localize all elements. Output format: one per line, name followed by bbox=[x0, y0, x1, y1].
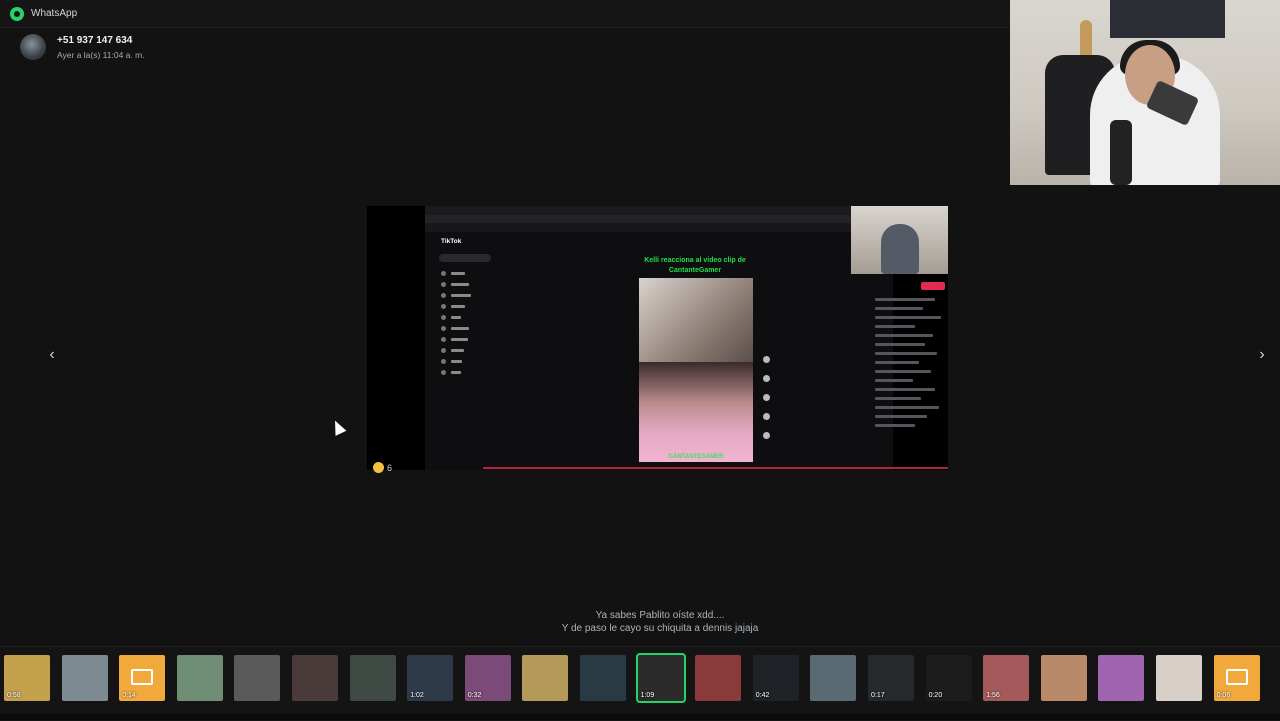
thumbnail-duration: 0:06 bbox=[1216, 692, 1231, 699]
comments-panel bbox=[875, 298, 948, 433]
sender-info: +51 937 147 634 Ayer a la(s) 11:04 a. m. bbox=[20, 34, 145, 60]
media-thumbnail[interactable]: 1:09 bbox=[635, 653, 686, 703]
mouse-cursor-icon bbox=[329, 418, 347, 436]
media-thumbnail[interactable]: 1:56 bbox=[983, 655, 1030, 701]
media-thumbnail[interactable]: 0:58 bbox=[4, 655, 50, 701]
media-thumbnail[interactable] bbox=[810, 655, 857, 701]
thumbnail-duration: 0:58 bbox=[7, 692, 21, 699]
media-thumbnail[interactable] bbox=[176, 655, 223, 701]
app-title: WhatsApp bbox=[31, 8, 78, 19]
media-thumbnail[interactable] bbox=[580, 655, 626, 701]
media-thumbnail-strip: 0:58 0:14 1:02 0:32 1:09 0:42 0:17 0:20 1:56 0:06 bbox=[0, 646, 1280, 721]
video-frame-bottom bbox=[639, 362, 753, 462]
media-thumbnail[interactable]: 0:14 bbox=[119, 655, 166, 701]
media-thumbnail[interactable]: 0:42 bbox=[752, 655, 799, 701]
thumbnail-duration: 0:14 bbox=[122, 692, 136, 699]
screenshot-browser: TikTok Kelli reacciona al video clip de … bbox=[425, 206, 948, 470]
media-thumbnail[interactable] bbox=[292, 655, 338, 701]
thumbnail-duration: 1:02 bbox=[410, 692, 424, 699]
thumbnail-duration: 0:17 bbox=[871, 692, 885, 699]
video-action-icons bbox=[763, 356, 773, 451]
sender-name: +51 937 147 634 bbox=[57, 34, 133, 46]
video-overlay-title: Kelli reacciona al video clip de Cantant… bbox=[644, 257, 746, 274]
taskbar bbox=[0, 714, 1280, 720]
caption-line-2: Y de paso le cayo su chiquita a dennis j… bbox=[561, 623, 759, 634]
whatsapp-logo-icon bbox=[10, 6, 24, 21]
media-thumbnail[interactable]: 0:32 bbox=[464, 655, 511, 701]
title-bar: WhatsApp bbox=[0, 0, 1010, 28]
sender-timestamp: Ayer a la(s) 11:04 a. m. bbox=[57, 49, 145, 60]
media-thumbnail[interactable] bbox=[1156, 655, 1202, 701]
media-thumbnail[interactable] bbox=[234, 655, 281, 701]
previous-media-button[interactable]: ‹ bbox=[41, 344, 63, 366]
media-thumbnail[interactable] bbox=[1098, 655, 1145, 701]
media-thumbnail[interactable] bbox=[695, 655, 742, 701]
next-media-button[interactable]: › bbox=[1251, 344, 1273, 366]
chevron-left-icon: ‹ bbox=[49, 346, 55, 363]
tiktok-label: TikTok bbox=[441, 238, 462, 245]
reaction-count: 6 bbox=[387, 462, 393, 473]
video-overlay-label: CANTANTEGAMER bbox=[668, 454, 724, 460]
reaction-badge[interactable]: 6 bbox=[373, 462, 392, 473]
screenshot-webcam bbox=[851, 206, 948, 274]
video-frame-top bbox=[639, 278, 753, 362]
tiktok-sidebar-menu bbox=[441, 268, 497, 378]
media-caption: Ya sabes Pablito oíste xdd.... Y de paso… bbox=[440, 609, 880, 635]
media-thumbnail[interactable]: 0:06 bbox=[1213, 655, 1260, 701]
avatar[interactable] bbox=[20, 34, 46, 60]
media-thumbnail[interactable] bbox=[1040, 655, 1087, 701]
media-thumbnail[interactable]: 1:02 bbox=[407, 655, 454, 701]
laughing-emoji-icon bbox=[373, 462, 384, 473]
media-viewer-image[interactable]: TikTok Kelli reacciona al video clip de … bbox=[367, 206, 948, 470]
thumbnail-duration: 1:09 bbox=[640, 692, 655, 699]
media-thumbnail[interactable] bbox=[349, 655, 396, 701]
media-thumbnail[interactable]: 0:17 bbox=[868, 655, 914, 701]
thumbnail-duration: 0:20 bbox=[928, 692, 943, 699]
caption-line-1: Ya sabes Pablito oíste xdd.... bbox=[595, 610, 725, 621]
thumbnail-duration: 0:42 bbox=[755, 692, 770, 699]
webcam-overlay bbox=[1010, 0, 1280, 185]
media-thumbnail[interactable] bbox=[61, 655, 108, 701]
chevron-right-icon: › bbox=[1259, 346, 1265, 363]
media-thumbnail[interactable]: 0:20 bbox=[925, 655, 972, 701]
media-thumbnail[interactable] bbox=[522, 655, 569, 701]
thumbnail-duration: 1:56 bbox=[986, 692, 1000, 699]
thumbnail-duration: 0:32 bbox=[467, 692, 482, 699]
